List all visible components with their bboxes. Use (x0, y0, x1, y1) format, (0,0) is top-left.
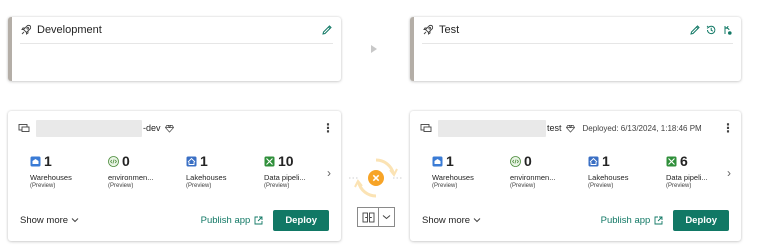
stage-arrow-icon (370, 41, 378, 53)
chevron-down-icon (71, 217, 79, 223)
show-more-button[interactable]: Show more (20, 215, 79, 226)
stage-card-development: Development (8, 17, 341, 81)
workspace-icon (420, 123, 432, 133)
stage-header: Test (422, 17, 733, 44)
item-count: 0 (122, 153, 130, 169)
item-summary-environment[interactable]: 0 environmen... (Preview) (108, 153, 186, 189)
stage-title: Development (37, 24, 102, 36)
environment-icon (108, 155, 119, 167)
item-summary-lakehouses[interactable]: 1 Lakehouses (Preview) (186, 153, 264, 189)
item-name: Lakehouses (588, 173, 629, 182)
workspace-footer: Show more Publish app Deploy (20, 209, 329, 231)
publish-app-label: Publish app (600, 214, 651, 226)
stage-card-test: Test (410, 17, 741, 81)
item-summary-data-pipelines[interactable]: 6 Data pipeli... (Preview) (666, 153, 744, 189)
item-count: 10 (278, 153, 294, 169)
item-name: Lakehouses (186, 173, 227, 182)
item-name: Warehouses (432, 173, 474, 182)
lakehouse-icon (588, 156, 599, 167)
item-preview-label: (Preview) (108, 183, 134, 189)
lakehouse-icon (186, 156, 197, 167)
deploy-button[interactable]: Deploy (273, 209, 329, 231)
rocket-icon (20, 24, 32, 36)
item-name: Data pipeli... (666, 173, 708, 182)
environment-icon (510, 155, 521, 167)
item-preview-label: (Preview) (186, 183, 212, 189)
item-list: 1 Warehouses (Preview) 0 environmen... (… (432, 153, 744, 189)
stage-accent-bar (8, 17, 12, 81)
open-external-icon (654, 216, 663, 225)
workspace-icon (18, 123, 30, 133)
deployment-rules-icon[interactable] (721, 24, 733, 36)
rocket-icon (422, 24, 434, 36)
show-more-button[interactable]: Show more (422, 215, 481, 226)
item-count: 6 (680, 153, 688, 169)
edit-pencil-icon[interactable] (321, 24, 333, 36)
item-summary-warehouses[interactable]: 1 Warehouses (Preview) (30, 153, 108, 189)
item-preview-label: (Preview) (588, 183, 614, 189)
item-preview-label: (Preview) (30, 183, 56, 189)
workspace-header: -dev ⋮ (18, 119, 334, 137)
history-icon[interactable] (705, 24, 717, 36)
stage-accent-bar (410, 17, 414, 81)
stage-header: Development (20, 17, 333, 44)
pipeline-icon (666, 156, 677, 167)
workspace-name-suffix: -dev (143, 123, 161, 133)
premium-diamond-icon (164, 124, 174, 133)
item-name: Warehouses (30, 173, 72, 182)
chevron-right-icon[interactable]: › (327, 166, 331, 180)
item-count: 1 (446, 153, 454, 169)
workspace-footer: Show more Publish app Deploy (422, 209, 729, 231)
item-count: 0 (524, 153, 532, 169)
item-preview-label: (Preview) (666, 183, 692, 189)
compare-icon (362, 212, 375, 223)
deploy-button[interactable]: Deploy (673, 209, 729, 231)
compare-dropdown-button[interactable] (379, 207, 395, 227)
item-preview-label: (Preview) (264, 183, 290, 189)
publish-app-link[interactable]: Publish app (601, 215, 664, 226)
workspace-card-test: test Deployed: 6/13/2024, 1:18:46 PM ⋮ 1… (410, 111, 741, 241)
compare-status-indicator (346, 150, 406, 206)
show-more-label: Show more (20, 214, 69, 226)
show-more-label: Show more (422, 214, 471, 226)
item-count: 1 (200, 153, 208, 169)
chevron-right-icon[interactable]: › (727, 166, 731, 180)
warehouse-icon (30, 156, 41, 167)
chevron-down-icon (473, 217, 481, 223)
item-name: environmen... (108, 173, 154, 182)
deployed-timestamp: Deployed: 6/13/2024, 1:18:46 PM (582, 123, 702, 133)
item-name: environmen... (510, 173, 556, 182)
workspace-name-redacted (438, 119, 546, 137)
item-list: 1 Warehouses (Preview) 0 environmen... (… (30, 153, 342, 189)
item-summary-environment[interactable]: 0 environmen... (Preview) (510, 153, 588, 189)
publish-app-label: Publish app (200, 214, 251, 226)
compare-controls (357, 207, 395, 227)
item-summary-warehouses[interactable]: 1 Warehouses (Preview) (432, 153, 510, 189)
open-external-icon (254, 216, 263, 225)
pipeline-icon (264, 156, 275, 167)
item-summary-lakehouses[interactable]: 1 Lakehouses (Preview) (588, 153, 666, 189)
more-options-icon[interactable]: ⋮ (722, 121, 734, 135)
item-preview-label: (Preview) (510, 183, 536, 189)
warehouse-icon (432, 156, 443, 167)
item-count: 1 (602, 153, 610, 169)
compare-button[interactable] (357, 207, 379, 227)
workspace-card-dev: -dev ⋮ 1 Warehouses (Preview) 0 environm… (8, 111, 341, 241)
stage-title: Test (439, 24, 460, 36)
publish-app-link[interactable]: Publish app (201, 215, 264, 226)
workspace-name-suffix: test (547, 123, 562, 133)
premium-diamond-icon (565, 124, 575, 133)
workspace-header: test Deployed: 6/13/2024, 1:18:46 PM ⋮ (420, 119, 734, 137)
workspace-name-redacted (36, 119, 142, 137)
item-preview-label: (Preview) (432, 183, 458, 189)
more-options-icon[interactable]: ⋮ (322, 121, 334, 135)
edit-pencil-icon[interactable] (689, 24, 701, 36)
chevron-down-icon (382, 214, 391, 220)
item-count: 1 (44, 153, 52, 169)
